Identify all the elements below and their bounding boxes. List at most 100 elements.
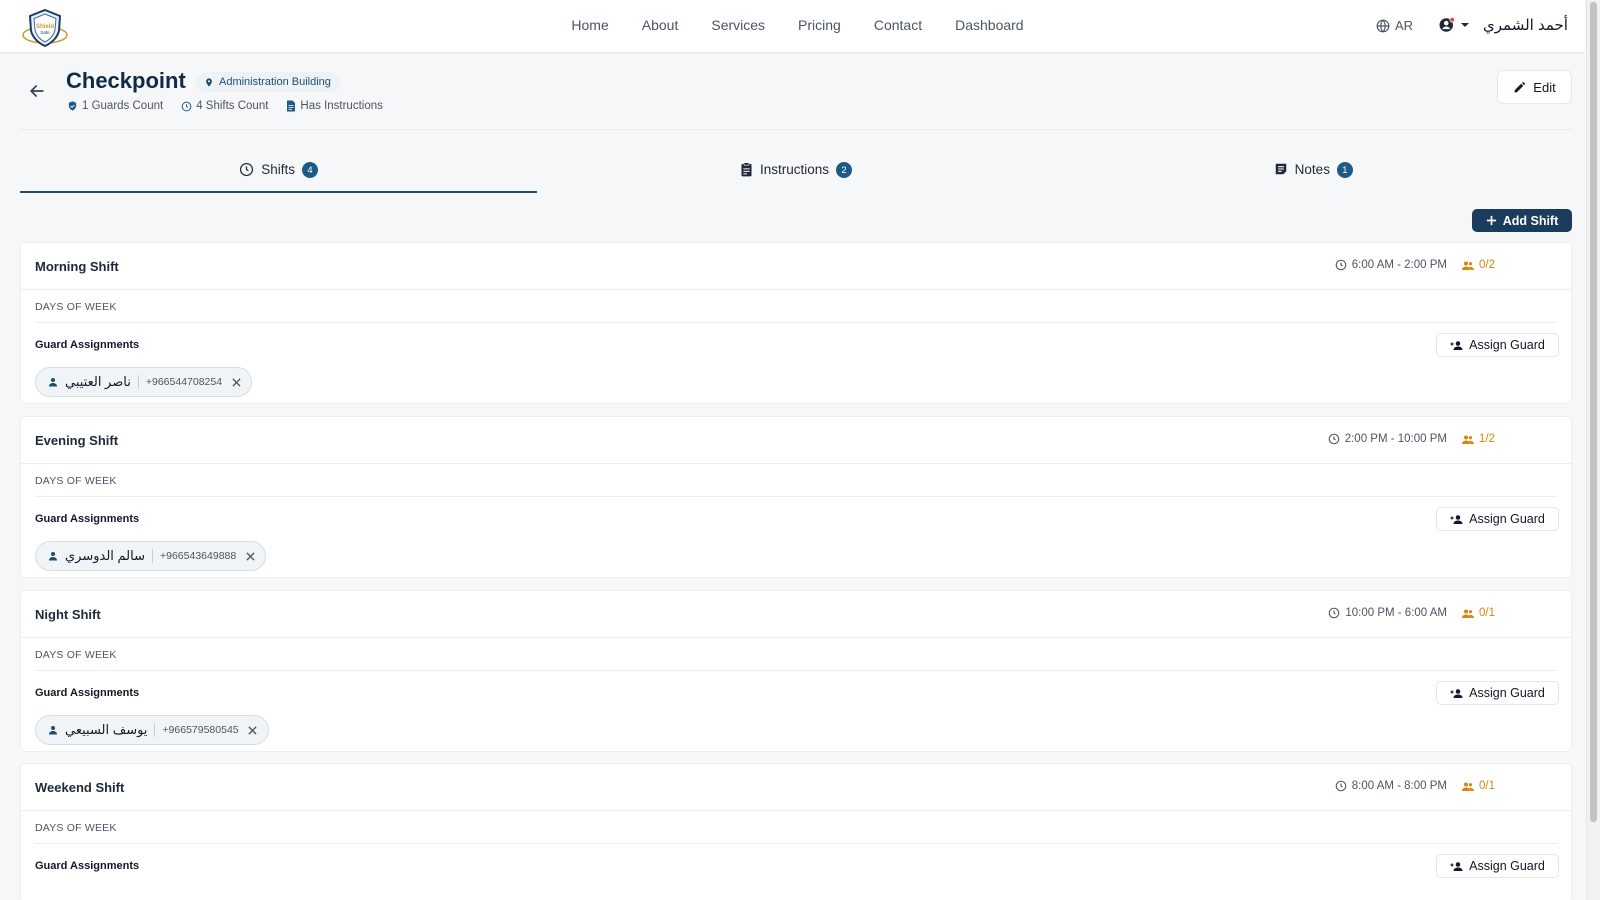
shift-card: Weekend Shift 8:00 AM - 8:00 PM 0/1 DAYS… <box>20 763 1572 900</box>
group-icon <box>1462 609 1474 618</box>
assigned-guard-chip: ناصر العتيبي +966544708254 <box>35 367 253 397</box>
shift-capacity-label: 0/1 <box>1479 607 1495 619</box>
shift-time: 6:00 AM - 2:00 PM <box>1335 259 1447 271</box>
shift-name: Weekend Shift <box>35 780 125 795</box>
shift-card-header: Evening Shift 2:00 PM - 10:00 PM 1/2 <box>21 417 1571 464</box>
globe-icon <box>1376 19 1390 32</box>
shift-card: Evening Shift 2:00 PM - 10:00 PM 1/2 DAY… <box>20 416 1572 578</box>
remove-guard-button[interactable] <box>243 549 257 563</box>
nav-contact[interactable]: Contact <box>874 17 922 33</box>
guard-assignments-label: Guard Assignments <box>35 339 140 351</box>
add-shift-button[interactable]: Add Shift <box>1472 209 1572 232</box>
shift-capacity: 0/1 <box>1461 780 1495 792</box>
location-label: Administration Building <box>219 76 331 88</box>
close-icon <box>232 377 241 387</box>
assign-guard-button[interactable]: Assign Guard <box>1436 681 1559 705</box>
shift-name: Morning Shift <box>35 259 119 274</box>
nav-services[interactable]: Services <box>711 17 765 33</box>
shift-time-label: 10:00 PM - 6:00 AM <box>1345 607 1447 619</box>
guard-assignments-row: Guard Assignments Assign Guard <box>21 497 1571 541</box>
nav-home[interactable]: Home <box>571 17 608 33</box>
vertical-scrollbar[interactable] <box>1586 0 1600 900</box>
shift-card-header: Weekend Shift 8:00 AM - 8:00 PM 0/1 <box>21 764 1571 811</box>
pencil-icon <box>1514 81 1526 92</box>
location-badge: Administration Building <box>196 72 340 92</box>
tab-instructions-label: Instructions <box>759 162 829 177</box>
language-switcher[interactable]: AR <box>1376 18 1413 33</box>
assign-guard-label: Assign Guard <box>1469 338 1545 352</box>
person-icon <box>49 726 57 735</box>
note-icon <box>1275 163 1286 175</box>
group-icon <box>1462 782 1474 791</box>
shift-card-header: Morning Shift 6:00 AM - 2:00 PM 0/2 <box>21 243 1571 290</box>
clock-icon <box>1328 433 1340 445</box>
language-label: AR <box>1395 18 1414 33</box>
tab-shifts[interactable]: Shifts 4 <box>20 152 538 193</box>
tab-notes[interactable]: Notes 1 <box>1055 152 1572 192</box>
assign-guard-button[interactable]: Assign Guard <box>1436 333 1559 357</box>
close-icon <box>248 725 257 735</box>
add-shift-label: Add Shift <box>1502 213 1559 228</box>
guard-phone: +966579580545 <box>162 724 239 736</box>
header-divider <box>20 129 1572 130</box>
assign-guard-button[interactable]: Assign Guard <box>1436 854 1559 878</box>
guard-assignments-row: Guard Assignments Assign Guard <box>21 323 1571 367</box>
clock-icon <box>1335 259 1347 271</box>
guard-assignments-label: Guard Assignments <box>35 860 140 872</box>
guard-assignments-row: Guard Assignments Assign Guard <box>21 671 1571 715</box>
assign-guard-label: Assign Guard <box>1469 686 1545 700</box>
shift-time: 8:00 AM - 8:00 PM <box>1335 780 1447 792</box>
user-plus-icon <box>1450 340 1463 350</box>
remove-guard-button[interactable] <box>246 723 260 737</box>
edit-button[interactable]: Edit <box>1497 70 1572 104</box>
tab-bar: Shifts 4 Instructions 2 Notes 1 <box>20 152 1572 193</box>
shield-check-icon <box>68 101 77 111</box>
remove-guard-button[interactable] <box>229 375 243 389</box>
user-name[interactable]: أحمد الشمري <box>1483 16 1568 34</box>
shift-card: Night Shift 10:00 PM - 6:00 AM 0/1 DAYS … <box>20 590 1572 752</box>
person-icon <box>49 552 57 561</box>
nav-pricing[interactable]: Pricing <box>798 17 841 33</box>
shift-capacity: 1/2 <box>1461 433 1495 445</box>
nav-dashboard[interactable]: Dashboard <box>955 17 1024 33</box>
shift-capacity-label: 0/1 <box>1479 780 1495 792</box>
shift-card: Morning Shift 6:00 AM - 2:00 PM 0/2 DAYS… <box>20 242 1572 404</box>
instructions-flag: Has Instructions <box>286 100 383 112</box>
clock-icon <box>181 101 192 111</box>
user-menu-toggle[interactable] <box>1438 16 1470 34</box>
shift-name: Evening Shift <box>35 433 119 448</box>
guard-assignments-label: Guard Assignments <box>35 687 140 699</box>
tab-shifts-label: Shifts <box>261 162 296 177</box>
clock-icon <box>240 162 254 177</box>
tab-instructions[interactable]: Instructions 2 <box>537 152 1054 192</box>
guards-count: 1 Guards Count <box>67 100 163 112</box>
assign-guard-button[interactable]: Assign Guard <box>1436 507 1559 531</box>
guard-name: ناصر العتيبي <box>65 374 131 389</box>
chip-divider <box>154 723 156 737</box>
plus-icon <box>1486 215 1496 226</box>
back-arrow-icon[interactable] <box>27 81 47 101</box>
days-of-week: DAYS OF WEEK <box>35 464 1557 497</box>
shift-name: Night Shift <box>35 607 101 622</box>
map-pin-icon <box>206 77 212 87</box>
user-plus-icon <box>1450 861 1463 871</box>
shift-capacity: 0/1 <box>1461 607 1495 619</box>
guards-count-label: 1 Guards Count <box>82 100 164 112</box>
shift-time-label: 2:00 PM - 10:00 PM <box>1344 433 1447 445</box>
tab-instructions-count: 2 <box>836 162 852 178</box>
nav-about[interactable]: About <box>642 17 679 33</box>
days-of-week: DAYS OF WEEK <box>35 638 1557 671</box>
tab-notes-label: Notes <box>1294 162 1330 177</box>
document-icon <box>287 100 296 112</box>
user-plus-icon <box>1450 688 1463 698</box>
caret-down-icon <box>1461 23 1469 27</box>
tab-shifts-count: 4 <box>302 162 319 178</box>
guard-phone: +966543649888 <box>160 550 237 562</box>
instructions-flag-label: Has Instructions <box>300 100 383 112</box>
days-of-week: DAYS OF WEEK <box>35 811 1557 844</box>
scrollbar-thumb[interactable] <box>1590 2 1597 822</box>
shift-capacity: 0/2 <box>1461 259 1495 271</box>
assign-guard-label: Assign Guard <box>1469 859 1545 873</box>
assigned-guard-chip: سالم الدوسري +966543649888 <box>35 541 267 571</box>
guard-assignments-label: Guard Assignments <box>35 513 140 525</box>
